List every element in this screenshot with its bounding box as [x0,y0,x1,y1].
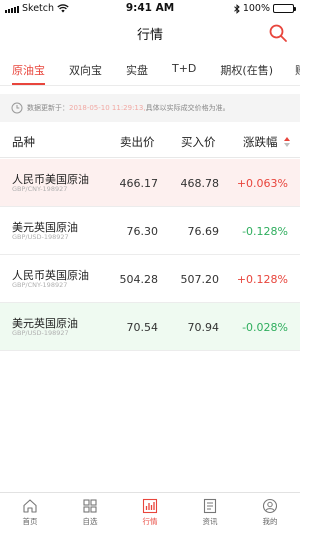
bottom-tab-label: 资讯 [202,517,218,526]
notice-prefix: 数据更新于： [27,104,69,112]
sort-icon[interactable] [284,137,290,147]
bluetooth-icon [233,3,240,14]
row-buy-price: 70.94 [187,321,220,334]
bottom-tab-news[interactable]: 资讯 [180,493,240,533]
header-buy: 买入价 [181,135,216,149]
update-notice: 数据更新于： 2018-05-10 11:29:13, 具体以实际成交价格为准。 [0,94,300,122]
battery-icon [273,4,296,13]
bottom-tab-profile[interactable]: 我的 [240,493,300,533]
row-sell-price: 76.30 [126,225,159,238]
table-row[interactable]: 美元英国原油 GBP/USD-198927 76.30 76.69 -0.128… [0,207,300,255]
row-code: GBP/CNY-198927 [12,185,68,193]
battery-label: 100% [242,3,270,14]
row-change: +0.128% [236,273,288,286]
list-header: 品种 卖出价 买入价 涨跌幅 [0,126,300,158]
tab-t-plus-d[interactable]: T+D [172,58,196,85]
bottom-tab-home[interactable]: 首页 [0,493,60,533]
table-row[interactable]: 美元英国原油 GBP/USD-198927 70.54 70.94 -0.028… [0,303,300,351]
chart-icon [142,498,158,514]
row-code: GBP/USD-198927 [12,329,69,337]
bottom-tab-label: 我的 [262,517,278,526]
row-change: +0.063% [236,177,288,190]
row-sell-price: 70.54 [126,321,159,334]
tab-yuanyoubao[interactable]: 原油宝 [12,58,45,85]
header-sell: 卖出价 [120,135,155,149]
bottom-tab-market[interactable]: 行情 [120,493,180,533]
row-code: GBP/CNY-198927 [12,281,68,289]
user-icon [262,498,278,514]
row-change: -0.028% [242,321,288,334]
row-code: GBP/USD-198927 [12,233,69,241]
table-row[interactable]: 人民币英国原油 GBP/CNY-198927 504.28 507.20 +0.… [0,255,300,303]
bottom-tab-watchlist[interactable]: 自选 [60,493,120,533]
home-icon [23,499,37,513]
row-sell-price: 504.28 [119,273,159,286]
page-title: 行情 [136,28,163,43]
notice-suffix: 具体以实际成交价格为准。 [145,104,230,112]
news-icon [203,498,217,514]
category-tabs: 原油宝 双向宝 实盘 T+D 期权(在售) 账 [0,58,300,86]
bottom-tab-bar: 首页 自选 行情 资讯 我的 [0,492,300,533]
status-bar: Sketch 9:41 AM 100% [0,0,300,18]
bottom-tab-label: 行情 [142,517,158,526]
row-buy-price: 507.20 [180,273,220,286]
nav-bar: 行情 [0,18,300,48]
bottom-tab-label: 首页 [22,517,38,526]
grid-icon [83,499,97,513]
tab-account[interactable]: 账 [295,58,300,85]
row-change: -0.128% [242,225,288,238]
row-buy-price: 468.78 [180,177,220,190]
header-name: 品种 [12,135,35,149]
clock-icon [11,102,23,114]
tab-options-on-sale[interactable]: 期权(在售) [220,58,273,85]
row-buy-price: 76.69 [187,225,220,238]
table-row[interactable]: 人民币美国原油 GBP/CNY-198927 466.17 468.78 +0.… [0,159,300,207]
tab-shuangxiangbao[interactable]: 双向宝 [69,58,102,85]
notice-time: 2018-05-10 11:29:13, [69,104,146,112]
search-icon[interactable] [268,23,288,43]
tab-shipan[interactable]: 实盘 [126,58,148,85]
header-change[interactable]: 涨跌幅 [243,134,278,150]
row-sell-price: 466.17 [119,177,159,190]
status-right: 100% [233,3,296,14]
bottom-tab-label: 自选 [82,517,98,526]
